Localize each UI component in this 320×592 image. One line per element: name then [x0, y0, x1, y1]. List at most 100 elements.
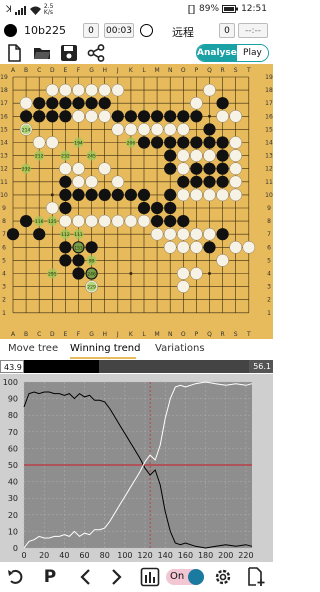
white-stone — [190, 149, 203, 162]
row-label: 1 — [267, 310, 271, 317]
white-stone — [111, 83, 125, 97]
row-label: 12 — [265, 166, 273, 173]
row-label: 17 — [0, 100, 8, 107]
x-tick-label: 140 — [158, 551, 173, 560]
black-stone — [177, 215, 190, 228]
black-stone — [59, 254, 72, 267]
white-stone — [203, 188, 216, 202]
undo-icon[interactable] — [6, 567, 26, 587]
row-label: 14 — [0, 140, 8, 147]
white-stone — [163, 227, 177, 241]
white-stone — [176, 280, 190, 293]
white-stone — [229, 136, 243, 149]
black-stone-indicator — [4, 24, 17, 37]
white-stone — [45, 201, 59, 215]
row-label: 12 — [0, 166, 8, 173]
row-label: 9 — [2, 205, 6, 212]
play-button[interactable]: Play — [236, 45, 268, 61]
white-stone — [229, 162, 243, 176]
white-stone — [111, 214, 125, 228]
vibrate-icon — [188, 4, 195, 14]
x-tick-label: 220 — [238, 551, 253, 560]
white-stone — [59, 214, 72, 228]
black-stone — [164, 215, 177, 228]
black-stone — [85, 97, 98, 110]
row-label: 8 — [2, 218, 6, 225]
settings-icon[interactable] — [213, 567, 233, 587]
black-stone — [59, 241, 72, 254]
column-label: C — [37, 67, 41, 74]
white-stone — [150, 227, 164, 241]
board-canvas[interactable]: AABBCCDDEEFFGGHHJJKKLLMMNNOOPPQQRRSSTT19… — [0, 64, 273, 339]
white-stone — [229, 188, 243, 202]
column-label: L — [142, 67, 146, 74]
column-label: J — [116, 331, 119, 338]
pass-button[interactable]: P — [40, 567, 60, 587]
black-stone — [98, 188, 111, 201]
row-label: 2 — [2, 297, 6, 304]
winrate-bar: 43.9 56.1 — [0, 360, 273, 373]
column-label: T — [246, 331, 251, 338]
black-stone — [137, 136, 151, 149]
x-tick-label: 40 — [59, 551, 69, 560]
tab-winning-trend[interactable]: Winning trend — [70, 343, 140, 354]
white-stone — [176, 267, 190, 280]
game-header: 10b225 0 00:03 远程 0 --:-- — [0, 20, 273, 42]
x-tick-label: 60 — [79, 551, 89, 560]
white-stone — [98, 162, 112, 176]
row-label: 10 — [0, 192, 8, 199]
white-stone — [176, 162, 190, 176]
white-stone — [59, 83, 72, 97]
save-icon[interactable] — [60, 44, 78, 62]
white-stone — [216, 188, 229, 202]
row-label: 5 — [2, 257, 6, 264]
black-stone — [190, 162, 203, 175]
next-move-icon[interactable] — [106, 567, 126, 587]
white-stone — [216, 109, 229, 123]
x-tick-label: 200 — [218, 551, 233, 560]
black-stone — [190, 175, 203, 188]
black-stone — [216, 228, 229, 241]
x-tick-label: 20 — [39, 551, 49, 560]
white-stone — [242, 240, 256, 254]
black-stone — [137, 188, 151, 201]
white-stone — [190, 227, 203, 241]
x-tick-label: 0 — [21, 551, 26, 560]
y-tick-label: 10 — [8, 527, 18, 536]
white-stone — [216, 254, 229, 267]
bar-chart-icon[interactable] — [140, 567, 160, 587]
tab-variations[interactable]: Variations — [155, 343, 205, 354]
column-label: D — [50, 331, 55, 338]
y-tick-label: 80 — [8, 411, 18, 420]
black-stone — [85, 241, 98, 254]
white-stone — [85, 175, 98, 189]
white-stone — [137, 214, 151, 228]
winning-trend-chart[interactable]: 100 90 80 70 60 50 40 30 20 10 0 0 20 40 60 80 100 120 140… — [0, 374, 273, 562]
previous-move-icon[interactable] — [76, 567, 96, 587]
share-icon[interactable] — [87, 44, 105, 62]
row-label: 14 — [265, 140, 273, 147]
row-label: 18 — [265, 87, 273, 94]
black-stone — [151, 110, 164, 123]
add-file-icon[interactable] — [246, 567, 266, 587]
column-label: L — [142, 331, 146, 338]
move-number-label: 111 — [74, 232, 83, 238]
column-label: T — [246, 67, 251, 74]
black-stone — [46, 110, 59, 123]
chart-canvas[interactable]: 10090807060504030201000 20 40 60 80 100 120 140… — [0, 374, 273, 562]
move-number-label: 116 — [35, 219, 44, 225]
move-number-label: 245 — [87, 154, 96, 160]
new-file-icon[interactable] — [5, 44, 23, 62]
tab-move-tree[interactable]: Move tree — [8, 343, 58, 354]
open-folder-icon[interactable] — [33, 44, 51, 62]
y-tick-label: 20 — [8, 511, 18, 520]
black-stone — [33, 228, 46, 241]
row-label: 11 — [0, 179, 8, 186]
analyse-button[interactable]: Analyse — [197, 45, 237, 61]
analysis-toggle[interactable]: On — [166, 569, 204, 585]
white-winrate: 56.1 — [249, 360, 273, 373]
move-number-label: 112 — [61, 232, 70, 238]
analysis-tabs: Move tree Winning trend Variations — [0, 340, 273, 360]
go-board[interactable]: A A B B C C D D E E F F G G H H J J K K L L M M N N O O P P Q Q R R S S T T 19… — [0, 64, 273, 339]
black-stone — [164, 188, 177, 201]
